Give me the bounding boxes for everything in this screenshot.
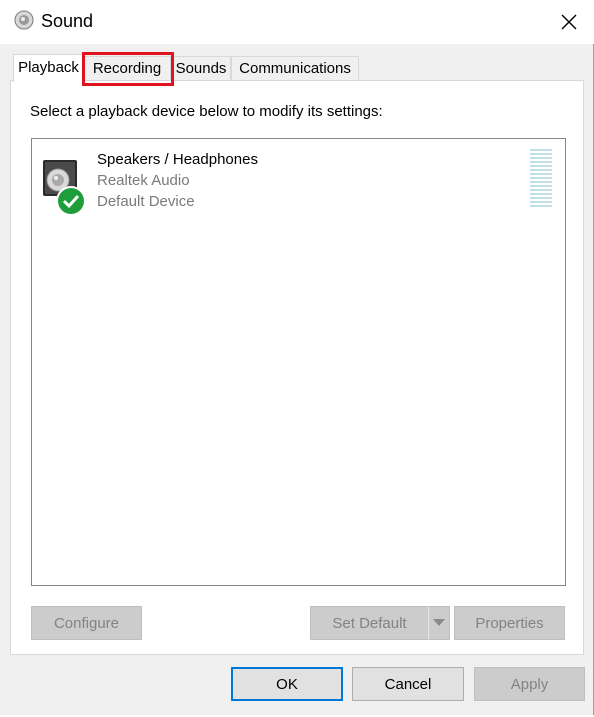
set-default-button[interactable]: Set Default: [310, 606, 429, 640]
ok-label: OK: [276, 675, 298, 693]
tab-sounds[interactable]: Sounds: [171, 56, 231, 80]
tab-playback-label: Playback: [18, 59, 79, 76]
device-status: Default Device: [97, 193, 195, 210]
close-button[interactable]: [548, 4, 590, 40]
sound-dialog: Sound Recording Sounds Communications Pl…: [0, 0, 594, 715]
tab-recording-label: Recording: [92, 60, 162, 77]
device-name: Speakers / Headphones: [97, 151, 258, 168]
window-title: Sound: [41, 11, 94, 31]
device-driver: Realtek Audio: [97, 172, 190, 189]
configure-label: Configure: [53, 614, 120, 632]
cancel-label: Cancel: [384, 675, 432, 693]
device-item[interactable]: Speakers / Headphones Realtek Audio Defa…: [32, 139, 565, 219]
level-meter: [530, 149, 552, 209]
green-check-icon: [56, 186, 86, 216]
properties-button[interactable]: Properties: [454, 606, 565, 640]
set-default-dropdown[interactable]: [428, 606, 450, 640]
set-default-label: Set Default: [332, 614, 407, 632]
close-icon: [561, 14, 577, 30]
title-bar: Sound: [0, 0, 594, 44]
speaker-icon: [14, 10, 34, 30]
tab-communications-label: Communications: [239, 60, 351, 77]
tab-recording[interactable]: Recording: [83, 56, 171, 80]
instruction-text: Select a playback device below to modify…: [30, 103, 383, 120]
configure-button[interactable]: Configure: [31, 606, 142, 640]
properties-label: Properties: [475, 614, 544, 632]
cancel-button[interactable]: Cancel: [352, 667, 464, 701]
tab-sounds-label: Sounds: [175, 60, 227, 77]
tab-communications[interactable]: Communications: [231, 56, 359, 80]
chevron-down-icon: [433, 619, 445, 626]
tab-playback[interactable]: Playback: [13, 54, 84, 82]
apply-label: Apply: [510, 675, 549, 693]
device-list[interactable]: Speakers / Headphones Realtek Audio Defa…: [31, 138, 566, 586]
ok-button[interactable]: OK: [231, 667, 343, 701]
playback-tab-panel: Select a playback device below to modify…: [10, 80, 584, 655]
apply-button[interactable]: Apply: [474, 667, 585, 701]
